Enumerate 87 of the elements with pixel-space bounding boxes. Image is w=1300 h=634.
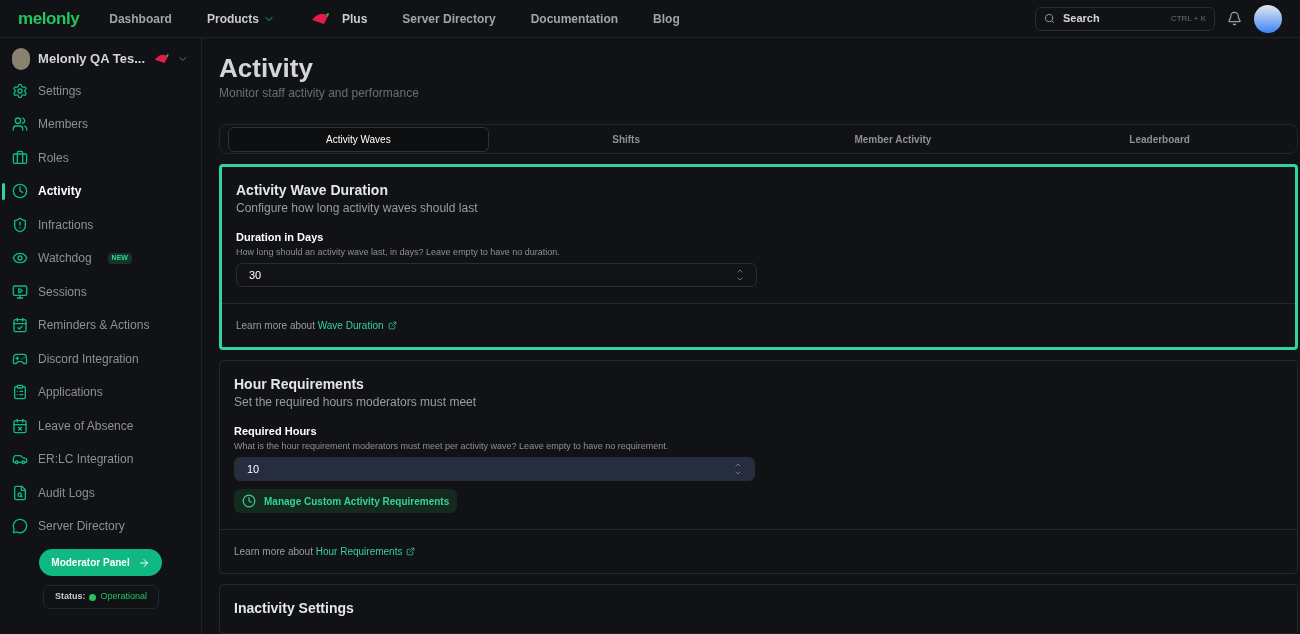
sidebar-label: Reminders & Actions	[38, 317, 150, 335]
learn-more-link[interactable]: Wave Duration	[317, 318, 397, 333]
number-field[interactable]: 30	[236, 263, 757, 287]
sidebar-label: Watchdog	[38, 250, 92, 268]
external-link-icon	[406, 547, 416, 556]
sidebar-item[interactable]: Leave of Absence	[0, 409, 201, 443]
field-value: 10	[247, 461, 260, 477]
learn-more-text: Learn more about	[234, 546, 314, 557]
chat-icon	[12, 518, 28, 535]
file-search-icon	[12, 484, 28, 501]
shortcut-hint: CTRL + K	[1170, 12, 1206, 25]
search-placeholder: Search	[1063, 11, 1100, 27]
card-subtitle: Set the required hours moderators must meet	[234, 394, 478, 411]
sidebar-label: Applications	[38, 384, 103, 402]
tab[interactable]: Shifts	[496, 126, 756, 152]
arrow-right-icon	[137, 556, 150, 569]
logo[interactable]: melonly	[18, 5, 80, 32]
nav-link[interactable]: Documentation	[530, 9, 619, 28]
bell-icon[interactable]	[1227, 11, 1242, 26]
sidebar-label: Sessions	[38, 283, 87, 301]
sidebar-item[interactable]: Discord Integration	[0, 342, 201, 376]
sidebar-label: Server Directory	[38, 518, 125, 536]
tab[interactable]: Activity Waves	[228, 126, 489, 152]
sidebar-label: ER:LC Integration	[38, 451, 134, 469]
server-avatar	[12, 48, 31, 70]
page-title: Activity	[219, 52, 314, 84]
search-icon	[1044, 13, 1055, 24]
plus-link[interactable]: Plus	[309, 9, 368, 28]
sidebar-item[interactable]: Members	[0, 107, 201, 141]
products-menu[interactable]: Products	[206, 9, 275, 28]
calendar-icon	[12, 417, 28, 434]
shield-icon	[12, 216, 28, 233]
sidebar-item[interactable]: Infractions	[0, 208, 201, 242]
page-subtitle: Monitor staff activity and performance	[219, 85, 420, 102]
sidebar-item[interactable]: Server Directory	[0, 509, 201, 543]
melon-icon	[309, 11, 330, 26]
sidebar-item[interactable]: Applications	[0, 375, 201, 409]
manage-requirements-button[interactable]: Manage Custom Activity Requirements	[234, 489, 458, 513]
card-subtitle: Configure how long activity waves should last	[236, 200, 479, 217]
nav-link[interactable]: Blog	[653, 9, 680, 28]
briefcase-icon	[12, 149, 28, 166]
sidebar-label: Leave of Absence	[38, 417, 134, 435]
sidebar-label: Members	[38, 116, 88, 134]
gear-icon	[12, 82, 28, 99]
learn-more-text: Learn more about	[236, 320, 316, 331]
stepper-icon[interactable]	[734, 461, 742, 477]
status-value: Operational	[100, 590, 147, 604]
sidebar-label: Audit Logs	[38, 484, 95, 502]
card-title: Inactivity Settings	[234, 599, 355, 617]
sidebar-item[interactable]: Audit Logs	[0, 476, 201, 510]
clipboard-icon	[12, 384, 28, 401]
avatar[interactable]	[1254, 4, 1282, 33]
external-link-icon	[387, 321, 397, 330]
tab[interactable]: Member Activity	[763, 126, 1023, 152]
learn-more-link[interactable]: Hour Requirements	[315, 544, 416, 559]
card-title: Hour Requirements	[234, 375, 365, 393]
monitor-icon	[12, 283, 28, 300]
field-hint: How long should an activity wave last, in days? Leave empty to have no duration.	[236, 245, 561, 259]
field-hint: What is the hour requirement moderators must meet per activity wave? Leave empty to have no requirement.	[234, 439, 670, 453]
sidebar-label: Discord Integration	[38, 350, 139, 368]
card-title: Activity Wave Duration	[236, 181, 389, 199]
nav-link[interactable]: Server Directory	[402, 9, 496, 28]
sidebar-label: Settings	[38, 82, 82, 100]
sidebar-label: Infractions	[38, 216, 94, 234]
nav-link[interactable]: Dashboard	[109, 9, 172, 28]
status-label: Status:	[54, 590, 86, 604]
sidebar-item[interactable]: Settings	[0, 74, 201, 108]
sidebar-item[interactable]: Reminders & Actions	[0, 308, 201, 342]
number-field[interactable]: 10	[234, 457, 755, 481]
field-value: 30	[249, 267, 262, 283]
field-label: Duration in Days	[236, 230, 325, 245]
sidebar-item[interactable]: Roles	[0, 141, 201, 175]
stepper-icon[interactable]	[736, 267, 744, 283]
sidebar-label: Activity	[38, 183, 82, 201]
calendar-icon	[12, 317, 28, 334]
clock-icon	[12, 183, 28, 200]
search-field[interactable]: Search CTRL + K	[1035, 6, 1215, 31]
users-icon	[12, 116, 28, 133]
sidebar-label: Roles	[38, 149, 69, 167]
server-name[interactable]: Melonly QA Tes...	[38, 49, 146, 69]
sidebar-item[interactable]: Sessions	[0, 275, 201, 309]
clock-icon	[242, 494, 256, 508]
tab[interactable]: Leaderboard	[1030, 126, 1289, 152]
field-label: Required Hours	[234, 424, 318, 439]
sidebar-item[interactable]: Activity	[0, 174, 201, 208]
melon-icon	[153, 52, 170, 66]
sidebar-item[interactable]: ER:LC Integration	[0, 442, 201, 476]
